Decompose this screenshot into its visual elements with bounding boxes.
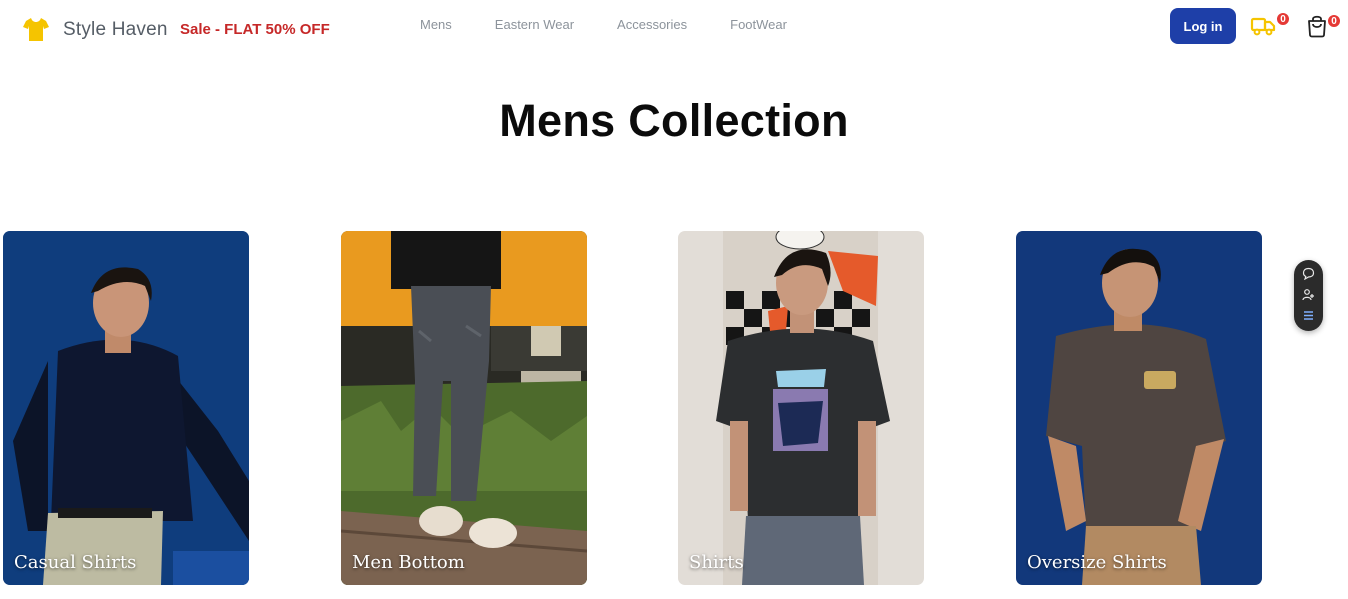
- tshirt-icon[interactable]: [22, 15, 50, 43]
- nav-link-eastern-wear[interactable]: Eastern Wear: [495, 17, 574, 32]
- shopping-bag-icon[interactable]: [1306, 14, 1328, 38]
- site-header: Style Haven Sale - FLAT 50% OFF Mens Eas…: [0, 0, 1348, 58]
- shirts-image: [678, 231, 924, 585]
- cart-count-badge: 0: [1327, 14, 1341, 28]
- sale-banner: Sale - FLAT 50% OFF: [180, 21, 330, 38]
- category-card-oversize-shirts[interactable]: Oversize Shirts: [1016, 231, 1262, 585]
- oversize-shirts-image: [1016, 231, 1262, 585]
- floating-widget: [1294, 260, 1323, 331]
- chat-icon[interactable]: [1302, 267, 1315, 281]
- category-label: Casual Shirts: [14, 552, 137, 573]
- casual-shirts-image: [3, 231, 249, 585]
- login-button[interactable]: Log in: [1170, 8, 1236, 44]
- order-count-badge: 0: [1276, 12, 1290, 26]
- brand-name[interactable]: Style Haven: [63, 19, 168, 41]
- delivery-truck-icon[interactable]: [1250, 14, 1276, 38]
- category-card-casual-shirts[interactable]: Casual Shirts: [3, 231, 249, 585]
- category-card-shirts[interactable]: Shirts: [678, 231, 924, 585]
- category-label: Shirts: [689, 552, 744, 573]
- user-icon[interactable]: [1302, 288, 1315, 301]
- page-title: Mens Collection: [499, 95, 849, 146]
- nav-link-mens[interactable]: Mens: [420, 17, 452, 32]
- category-card-men-bottom[interactable]: Men Bottom: [341, 231, 587, 585]
- main-nav: Mens Eastern Wear Accessories FootWear: [420, 17, 830, 32]
- list-icon[interactable]: [1302, 309, 1315, 322]
- category-label: Men Bottom: [352, 552, 465, 573]
- men-bottom-image: [341, 231, 587, 585]
- category-label: Oversize Shirts: [1027, 552, 1167, 573]
- nav-link-accessories[interactable]: Accessories: [617, 17, 687, 32]
- nav-link-footwear[interactable]: FootWear: [730, 17, 787, 32]
